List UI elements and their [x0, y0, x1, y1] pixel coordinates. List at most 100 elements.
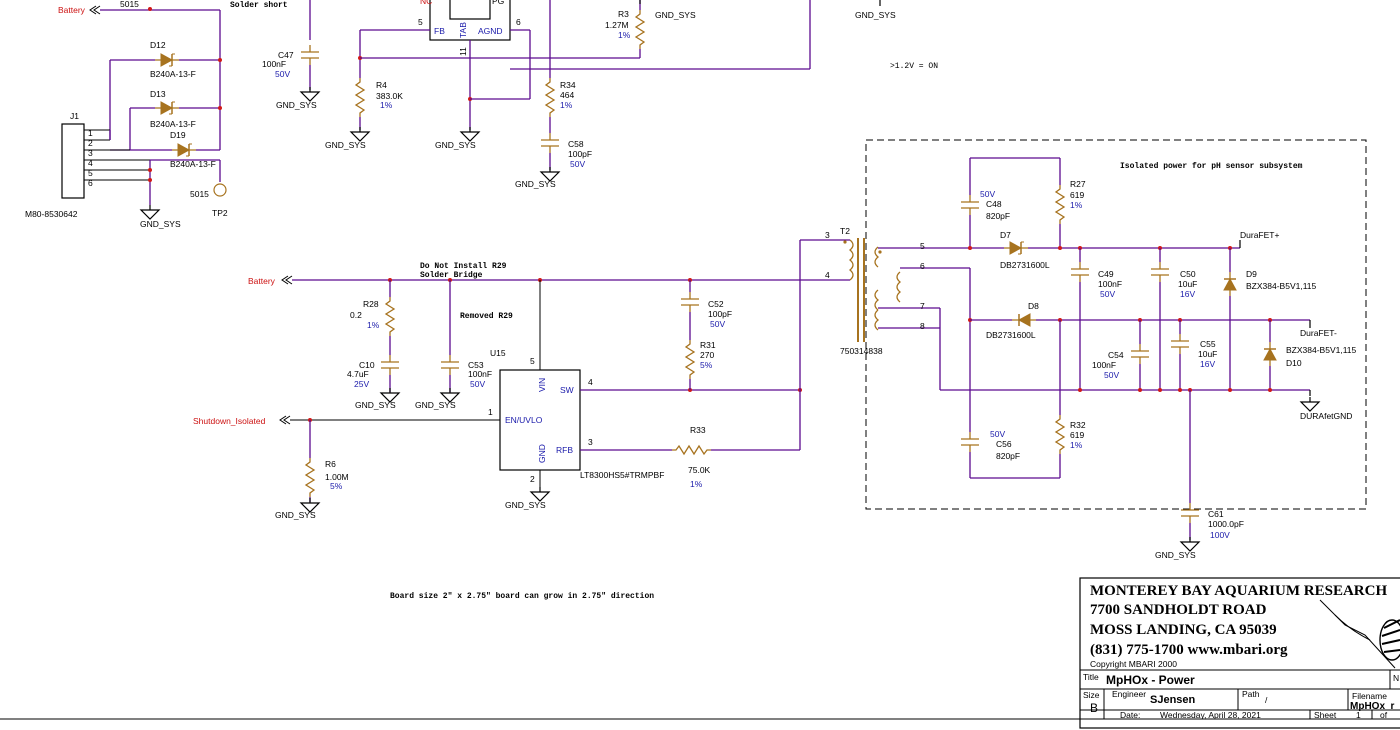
t2-ref: T2 [840, 226, 850, 236]
ground-symbol [1180, 536, 1200, 552]
battery-net-label-top: Battery [58, 5, 86, 15]
r31-tol: 5% [700, 360, 713, 370]
capacitor-c10 [380, 354, 400, 376]
c55-ref: C55 [1200, 339, 1216, 349]
resistor-r33 [671, 445, 712, 455]
t2-pin-8: 8 [920, 321, 925, 331]
c61-rating: 100V [1210, 530, 1230, 540]
capacitor-c53 [440, 354, 460, 376]
size-label: Size [1083, 690, 1100, 700]
d7-part: DB2731600L [1000, 260, 1050, 270]
schematic-canvas: Battery 5015 Solder short D12 B240A-13-F… [0, 0, 1400, 729]
j1-pin-6: 6 [88, 178, 93, 188]
u15-pin-en: EN/UVLO [505, 415, 543, 425]
title-address: 7700 SANDHOLDT ROAD [1090, 602, 1267, 618]
gnd-label-u15: GND_SYS [505, 500, 546, 510]
shutdown-net-arrow [279, 415, 291, 425]
upper-ic-pin-fb: FB [434, 26, 445, 36]
gnd-label-j1: GND_SYS [140, 219, 181, 229]
engineer-value: SJensen [1150, 694, 1196, 706]
u15-pin-sw: SW [560, 385, 574, 395]
resistor-r6 [305, 457, 315, 498]
upper-ic-pin-agnd: AGND [478, 26, 503, 36]
gnd-label-top-right: GND_SYS [855, 10, 896, 20]
resistor-r27 [1055, 184, 1065, 225]
r6-tol: 5% [330, 481, 343, 491]
c50-value: 10uF [1178, 279, 1197, 289]
r28-tol: 1% [367, 320, 380, 330]
ground-symbol [530, 486, 550, 502]
battery-net-label: Battery [248, 276, 276, 286]
r27-tol: 1% [1070, 200, 1083, 210]
ground-symbol [350, 126, 370, 142]
gnd-label-r4: GND_SYS [325, 140, 366, 150]
d7-ref: D7 [1000, 230, 1011, 240]
d13-part: B240A-13-F [150, 119, 196, 129]
title-n-label: N [1393, 673, 1399, 683]
t2-pin-5: 5 [920, 241, 925, 251]
size-value: B [1090, 701, 1098, 715]
of-label: of [1380, 710, 1388, 720]
gnd-label-ic: GND_SYS [435, 140, 476, 150]
d8-part: DB2731600L [986, 330, 1036, 340]
u15-part: LT8300HS5#TRMPBF [580, 470, 664, 480]
battery-net-arrow [281, 275, 293, 285]
r33-tol: 1% [690, 479, 703, 489]
gnd-label-c53: GND_SYS [415, 400, 456, 410]
ground-symbol [1300, 396, 1320, 412]
c49-value: 100nF [1098, 279, 1122, 289]
d8-ref: D8 [1028, 301, 1039, 311]
u15-pin-rfb: RFB [556, 445, 573, 455]
r28-value: 0.2 [350, 310, 362, 320]
c48-rating: 50V [980, 189, 995, 199]
u15-pin-num-3: 3 [588, 437, 593, 447]
zener-diode-d10 [1263, 341, 1277, 367]
capacitor-c54 [1130, 343, 1150, 365]
j1-part: M80-8530642 [25, 209, 78, 219]
u15-pin-num-1: 1 [488, 407, 493, 417]
sheet-label: Sheet [1314, 710, 1337, 720]
d10-ref: D10 [1286, 358, 1302, 368]
top-regulator-section: C47 100nF 50V GND_SYS NC PG FB AGND TAB … [262, 0, 938, 189]
r32-tol: 1% [1070, 440, 1083, 450]
c55-value: 10uF [1198, 349, 1217, 359]
title-label: Title [1083, 672, 1099, 682]
c56-value: 820pF [996, 451, 1020, 461]
durafet-neg-label: DuraFET- [1300, 328, 1337, 338]
c54-rating: 50V [1104, 370, 1119, 380]
note-dni-r29: Do Not Install R29 [420, 262, 507, 271]
c48-value: 820pF [986, 211, 1010, 221]
test-point-tp2 [213, 183, 227, 197]
diode-d8 [1011, 313, 1037, 327]
r4-tol: 1% [380, 100, 393, 110]
u15-pin-num-2: 2 [530, 474, 535, 484]
r33-value: 75.0K [688, 465, 711, 475]
c58-rating: 50V [570, 159, 585, 169]
c50-rating: 16V [1180, 289, 1195, 299]
capacitor-c58 [540, 132, 560, 154]
isolated-box-title: Isolated power for pH sensor subsystem [1120, 162, 1303, 171]
r6-ref: R6 [325, 459, 336, 469]
j1-pin-2: 2 [88, 138, 93, 148]
gnd-label-c61: GND_SYS [1155, 550, 1196, 560]
j1-pin-5: 5 [88, 168, 93, 178]
diode-d7 [1003, 241, 1029, 255]
j1-pin-4: 4 [88, 158, 93, 168]
title-value: MpHOx - Power [1106, 673, 1195, 687]
title-city: MOSS LANDING, CA 95039 [1090, 622, 1277, 638]
r28-ref: R28 [363, 299, 379, 309]
r3-value: 1.27M [605, 20, 629, 30]
d9-ref: D9 [1246, 269, 1257, 279]
c61-value: 1000.0pF [1208, 519, 1244, 529]
c56-ref: C56 [996, 439, 1012, 449]
t2-pin-7: 7 [920, 301, 925, 311]
c53-value: 100nF [468, 369, 492, 379]
flyback-converter-section: Battery Do Not Install R29 Solder Bridge… [193, 240, 850, 601]
diode-d19 [171, 143, 197, 157]
capacitor-c61 [1180, 502, 1200, 524]
note-removed-r29: Removed R29 [460, 312, 513, 321]
r33-ref: R33 [690, 425, 706, 435]
resistor-r32 [1055, 414, 1065, 455]
upper-ic-pin-pg: PG [492, 0, 504, 6]
t2-pin-3: 3 [825, 230, 830, 240]
